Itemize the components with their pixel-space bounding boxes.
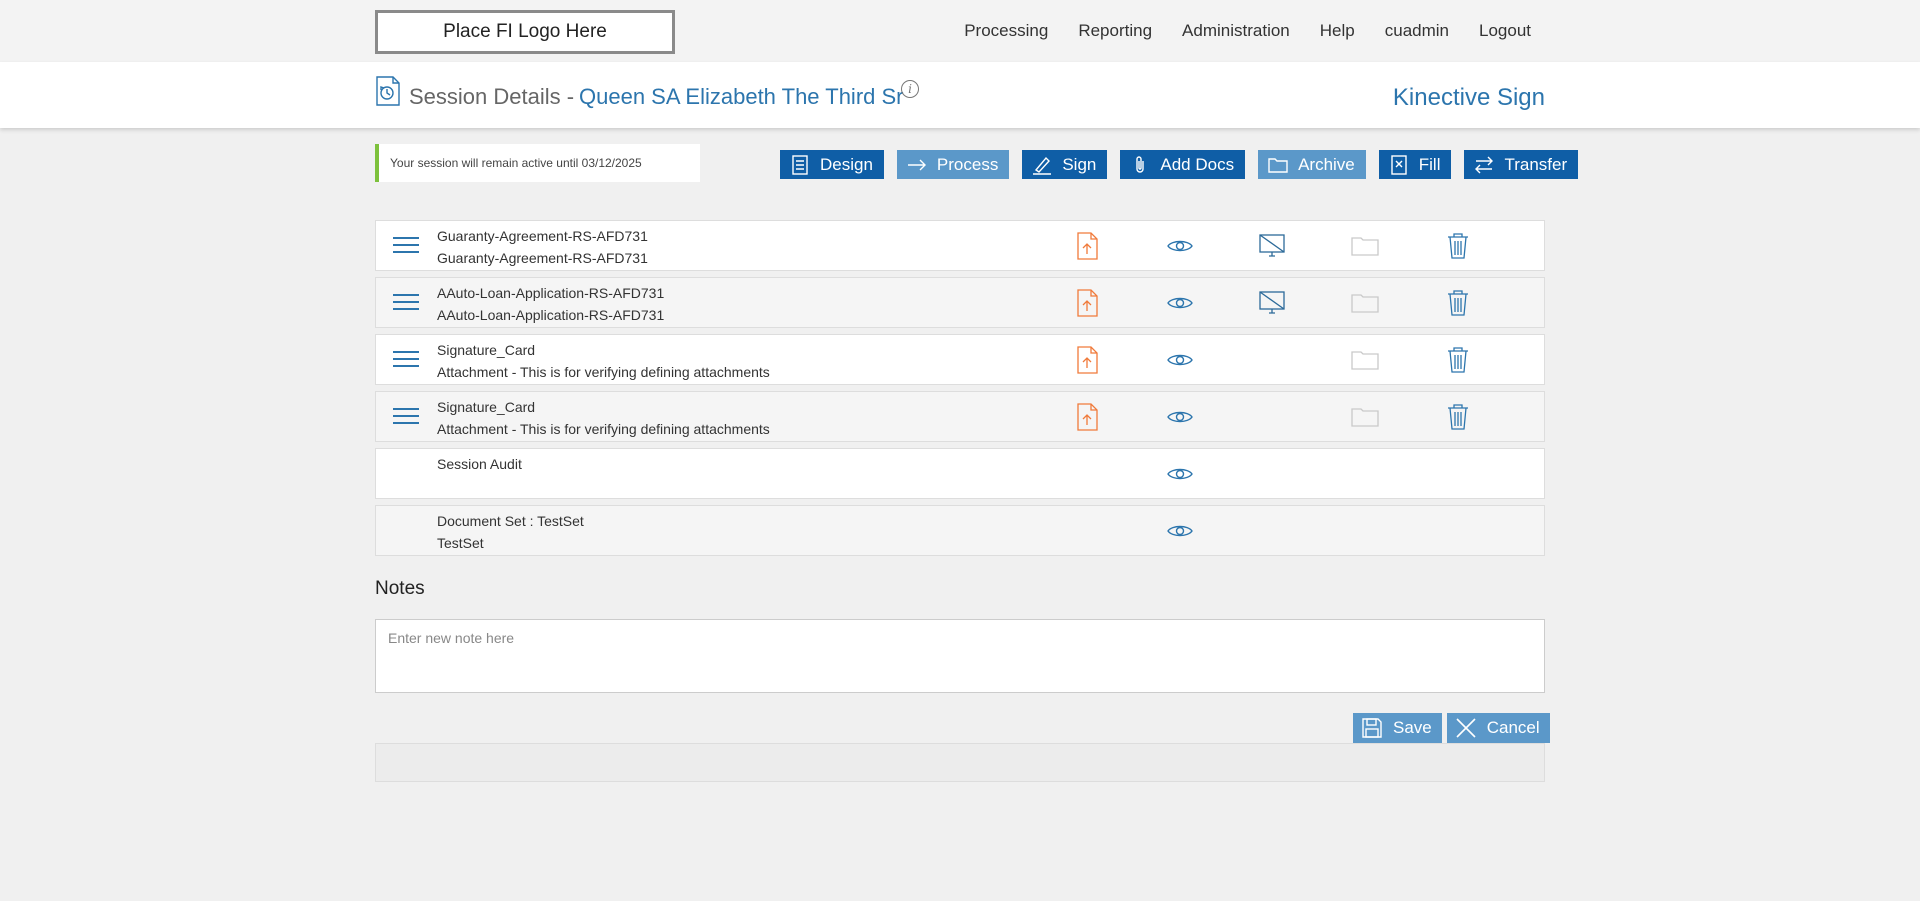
upload-file-icon[interactable] [1073,403,1101,431]
view-eye-icon[interactable] [1166,346,1194,374]
document-row: AAuto-Loan-Application-RS-AFD731 AAuto-L… [375,277,1545,328]
document-row: Document Set : TestSet TestSet [375,505,1545,556]
nav-reporting[interactable]: Reporting [1078,21,1152,41]
archive-label: Archive [1298,154,1355,174]
page-title: Session Details - [409,84,575,109]
design-label: Design [820,154,873,174]
fill-form-icon [1391,154,1407,175]
arrow-right-icon [907,159,926,170]
fill-button[interactable]: Fill [1378,150,1452,179]
folder-icon [1268,157,1288,173]
notes-input[interactable] [375,619,1545,693]
view-eye-icon[interactable] [1166,403,1194,431]
save-disk-icon [1362,718,1382,738]
drag-handle-icon[interactable] [393,408,419,426]
document-description: AAuto-Loan-Application-RS-AFD731 [437,307,665,323]
nav-processing[interactable]: Processing [964,21,1048,41]
main-nav: Processing Reporting Administration Help… [934,0,1531,62]
folder-icon[interactable] [1351,232,1379,260]
view-eye-icon[interactable] [1166,517,1194,545]
nav-logout[interactable]: Logout [1479,21,1531,41]
info-icon[interactable]: i [901,80,919,98]
nav-help[interactable]: Help [1320,21,1355,41]
document-description: Guaranty-Agreement-RS-AFD731 [437,250,648,266]
brand-name: Kinective Sign [1392,84,1545,111]
top-bar: Place FI Logo Here Processing Reporting … [0,0,1920,62]
upload-file-icon[interactable] [1073,232,1101,260]
folder-icon[interactable] [1351,289,1379,317]
document-row: Signature_Card Attachment - This is for … [375,334,1545,385]
process-label: Process [936,154,999,174]
page-header: Session Details - Queen SA Elizabeth The… [0,62,1920,128]
document-row: Session Audit [375,448,1545,499]
document-name: AAuto-Loan-Application-RS-AFD731 [437,285,665,301]
folder-icon[interactable] [1351,403,1379,431]
upload-file-icon[interactable] [1073,289,1101,317]
cancel-button[interactable]: Cancel [1446,713,1550,743]
fill-label: Fill [1418,154,1441,174]
design-button[interactable]: Design [780,150,884,179]
nav-user[interactable]: cuadmin [1385,21,1449,41]
transfer-arrows-icon [1475,156,1494,173]
document-description: Attachment - This is for verifying defin… [437,421,770,437]
trash-icon[interactable] [1444,346,1472,374]
notes-heading: Notes [375,578,425,599]
logo-placeholder: Place FI Logo Here [375,10,675,54]
add-docs-button[interactable]: Add Docs [1120,150,1246,179]
document-name: Guaranty-Agreement-RS-AFD731 [437,228,648,244]
document-name: Signature_Card [437,399,536,415]
upload-file-icon[interactable] [1073,346,1101,374]
sign-button[interactable]: Sign [1022,150,1108,179]
session-notice: Your session will remain active until 03… [375,144,700,182]
trash-icon[interactable] [1444,232,1472,260]
notes-actions: Save Cancel [1353,713,1555,743]
transfer-label: Transfer [1504,154,1568,174]
action-toolbar: Design Process Sign Add Docs Archive Fil… [780,150,1591,179]
trash-icon[interactable] [1444,289,1472,317]
folder-icon[interactable] [1351,346,1379,374]
nav-administration[interactable]: Administration [1182,21,1290,41]
save-label: Save [1393,718,1432,737]
paperclip-icon [1136,155,1145,173]
document-row: Guaranty-Agreement-RS-AFD731 Guaranty-Ag… [375,220,1545,271]
design-doc-icon [792,154,808,175]
drag-handle-icon[interactable] [393,237,419,255]
history-doc-icon [375,76,401,106]
document-name: Signature_Card [437,342,536,358]
document-list: Guaranty-Agreement-RS-AFD731 Guaranty-Ag… [375,220,1545,562]
document-description: TestSet [437,535,484,551]
add-docs-label: Add Docs [1160,154,1235,174]
monitor-disabled-icon[interactable] [1258,232,1286,260]
view-eye-icon[interactable] [1166,232,1194,260]
archive-button[interactable]: Archive [1258,150,1366,179]
document-description: Attachment - This is for verifying defin… [437,364,770,380]
monitor-disabled-icon[interactable] [1258,289,1286,317]
process-button[interactable]: Process [896,150,1010,179]
view-eye-icon[interactable] [1166,289,1194,317]
view-eye-icon[interactable] [1166,460,1194,488]
transfer-button[interactable]: Transfer [1464,150,1579,179]
session-name: Queen SA Elizabeth The Third Sr [579,84,904,109]
save-button[interactable]: Save [1353,713,1442,743]
trash-icon[interactable] [1444,403,1472,431]
document-name: Session Audit [437,456,522,472]
close-icon [1456,718,1476,738]
notes-history-panel [375,743,1545,782]
sign-label: Sign [1062,154,1097,174]
drag-handle-icon[interactable] [393,294,419,312]
document-row: Signature_Card Attachment - This is for … [375,391,1545,442]
cancel-label: Cancel [1486,718,1540,737]
document-name: Document Set : TestSet [437,513,584,529]
drag-handle-icon[interactable] [393,351,419,369]
pen-icon [1033,156,1052,175]
